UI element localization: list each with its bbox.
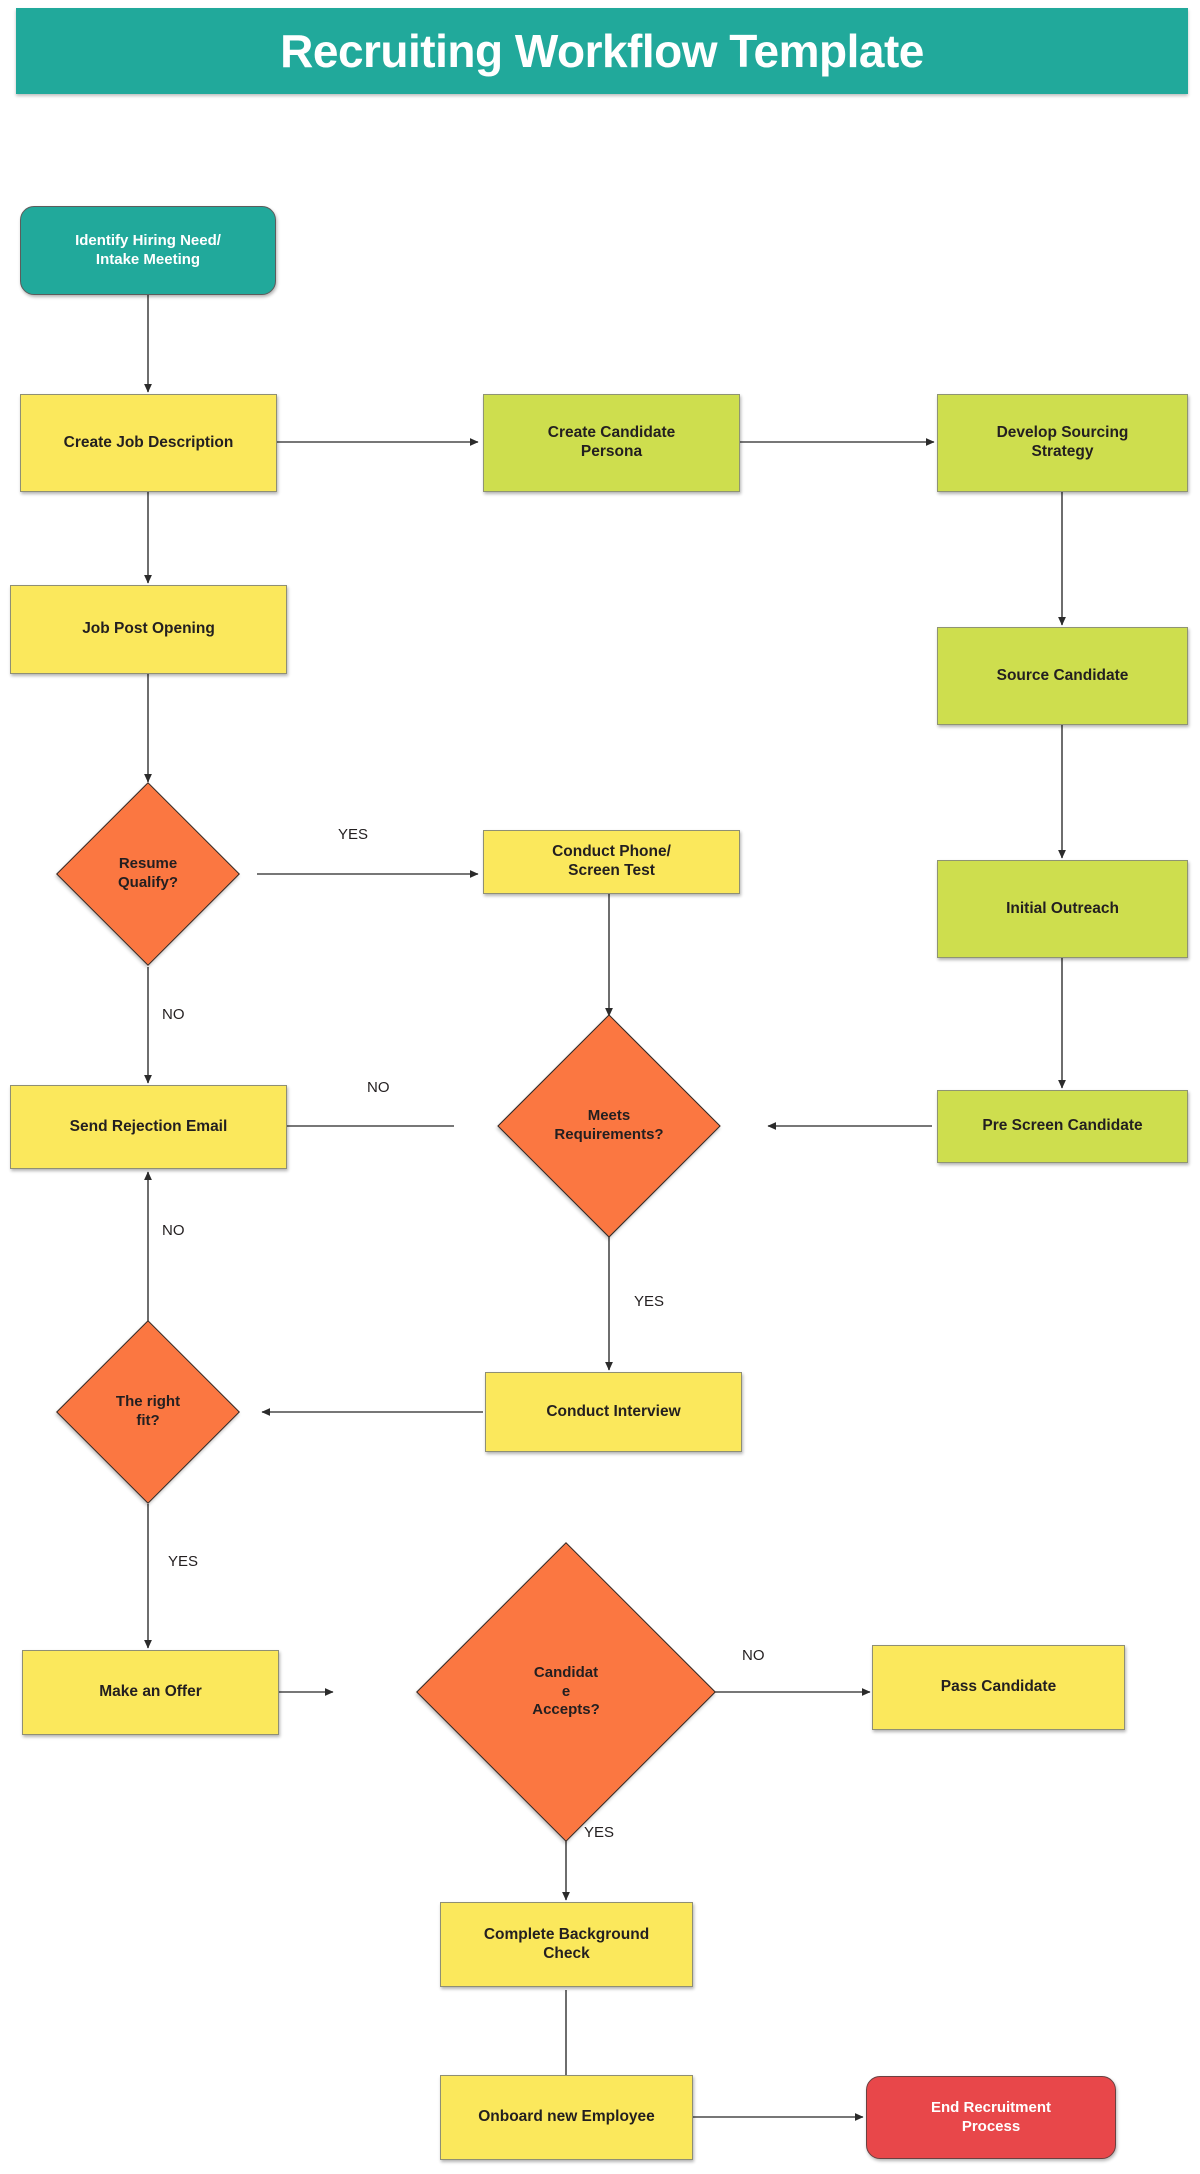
node-meets-requirements[interactable]: Meets Requirements? xyxy=(497,1014,721,1238)
node-job-post-opening-label: Job Post Opening xyxy=(82,620,215,638)
node-the-right-fit-label: The right fit? xyxy=(115,1393,181,1429)
node-make-an-offer-label: Make an Offer xyxy=(99,1683,202,1701)
node-conduct-phone-screen[interactable]: Conduct Phone/Screen Test xyxy=(483,830,740,894)
node-conduct-interview-label: Conduct Interview xyxy=(546,1402,681,1420)
edge-label-candidate-accepts-no: NO xyxy=(742,1647,765,1664)
node-source-candidate[interactable]: Source Candidate xyxy=(937,627,1188,725)
edge-label-resume-qualify-no: NO xyxy=(162,1006,185,1023)
node-complete-background-check[interactable]: Complete Background Check xyxy=(440,1902,693,1987)
edge-label-meets-requirements-no: NO xyxy=(367,1079,390,1096)
node-resume-qualify-label: Resume Qualify? xyxy=(117,855,178,891)
node-create-job-description-label: Create Job Description xyxy=(63,433,234,451)
node-end-recruitment-process[interactable]: End Recruitment Process xyxy=(866,2076,1116,2159)
node-pre-screen-candidate[interactable]: Pre Screen Candidate xyxy=(937,1090,1188,1163)
node-pass-candidate[interactable]: Pass Candidate xyxy=(872,1645,1125,1730)
node-onboard-new-employee[interactable]: Onboard new Employee xyxy=(440,2075,693,2160)
flowchart-canvas: Recruiting Workflow Template Identify Hi… xyxy=(0,0,1200,2174)
node-send-rejection-email[interactable]: Send Rejection Email xyxy=(10,1085,287,1169)
node-create-candidate-persona[interactable]: Create Candidate Persona xyxy=(483,394,740,492)
edge-label-right-fit-no: NO xyxy=(162,1222,185,1239)
edge-label-candidate-accepts-yes: YES xyxy=(584,1824,615,1841)
node-send-rejection-email-label: Send Rejection Email xyxy=(69,1117,228,1135)
node-pre-screen-candidate-label: Pre Screen Candidate xyxy=(982,1117,1143,1135)
node-identify-hiring-need[interactable]: Identify Hiring Need/Intake Meeting xyxy=(20,206,276,295)
node-onboard-new-employee-label: Onboard new Employee xyxy=(478,2108,655,2126)
node-resume-qualify[interactable]: Resume Qualify? xyxy=(56,782,240,966)
page-title: Recruiting Workflow Template xyxy=(280,25,924,77)
node-meets-requirements-label: Meets Requirements? xyxy=(554,1107,664,1143)
node-conduct-phone-screen-label: Conduct Phone/Screen Test xyxy=(552,843,671,879)
node-candidate-accepts-label: Candidat e Accepts? xyxy=(532,1663,600,1719)
node-pass-candidate-label: Pass Candidate xyxy=(940,1678,1057,1696)
edge-label-right-fit-yes: YES xyxy=(168,1553,199,1570)
node-initial-outreach[interactable]: Initial Outreach xyxy=(937,860,1188,958)
node-make-an-offer[interactable]: Make an Offer xyxy=(22,1650,279,1735)
node-job-post-opening[interactable]: Job Post Opening xyxy=(10,585,287,674)
node-develop-sourcing-strategy-label: Develop Sourcing Strategy xyxy=(996,424,1129,460)
node-conduct-interview[interactable]: Conduct Interview xyxy=(485,1372,742,1452)
edge-label-meets-requirements-yes: YES xyxy=(634,1293,665,1310)
node-develop-sourcing-strategy[interactable]: Develop Sourcing Strategy xyxy=(937,394,1188,492)
node-complete-background-check-label: Complete Background Check xyxy=(483,1925,650,1962)
page-title-banner: Recruiting Workflow Template xyxy=(16,8,1188,94)
node-end-recruitment-process-label: End Recruitment Process xyxy=(930,2099,1051,2135)
edge-label-resume-qualify-yes: YES xyxy=(338,826,369,843)
node-identify-hiring-need-label: Identify Hiring Need/Intake Meeting xyxy=(75,232,221,268)
node-the-right-fit[interactable]: The right fit? xyxy=(56,1320,240,1504)
node-initial-outreach-label: Initial Outreach xyxy=(1006,899,1119,917)
node-create-job-description[interactable]: Create Job Description xyxy=(20,394,277,492)
node-source-candidate-label: Source Candidate xyxy=(996,666,1129,684)
node-create-candidate-persona-label: Create Candidate Persona xyxy=(547,424,676,460)
node-candidate-accepts[interactable]: Candidat e Accepts? xyxy=(416,1542,716,1842)
